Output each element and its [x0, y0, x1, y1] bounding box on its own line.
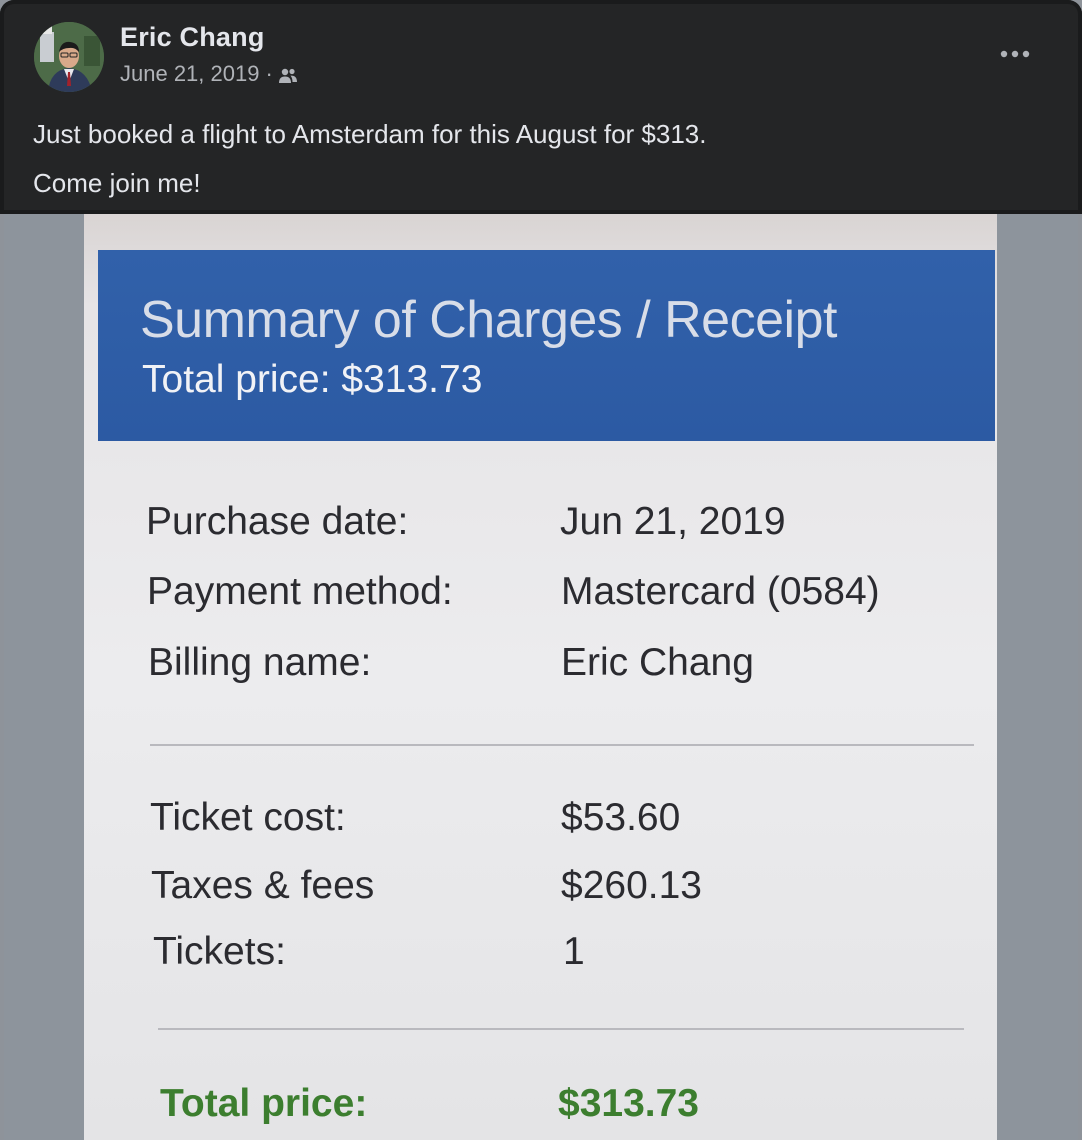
receipt-divider — [158, 1028, 964, 1030]
meta-separator: · — [265, 61, 273, 86]
total-price-label: Total price: — [160, 1082, 368, 1125]
post-meta: June 21, 2019 · — [120, 61, 298, 87]
receipt-banner: Summary of Charges / Receipt Total price… — [98, 250, 995, 441]
detail-value: Jun 21, 2019 — [560, 500, 786, 543]
avatar[interactable] — [34, 22, 104, 92]
cost-label: Taxes & fees — [151, 864, 375, 907]
author-name[interactable]: Eric Chang — [120, 22, 265, 53]
cost-value: $53.60 — [561, 796, 681, 839]
post-photo[interactable]: Summary of Charges / Receipt Total price… — [4, 214, 1078, 1140]
post-date[interactable]: June 21, 2019 — [120, 61, 259, 87]
detail-label: Billing name: — [148, 641, 372, 684]
detail-label: Purchase date: — [146, 500, 409, 543]
post-header: Eric Chang June 21, 2019 · Just booked a… — [0, 0, 1082, 214]
cost-value: $260.13 — [561, 864, 702, 907]
post-text-line: Just booked a flight to Amsterdam for th… — [33, 119, 707, 149]
post-text-line: Come join me! — [33, 168, 201, 198]
receipt-banner-total: Total price: $313.73 — [142, 358, 483, 401]
detail-value: Eric Chang — [561, 641, 754, 684]
friends-icon[interactable] — [278, 65, 298, 83]
cost-value: 1 — [563, 930, 585, 973]
more-options-button[interactable] — [995, 40, 1035, 68]
receipt: Summary of Charges / Receipt Total price… — [84, 214, 997, 1140]
avatar-photo — [34, 22, 104, 92]
receipt-divider — [150, 744, 974, 746]
more-options-icon — [1000, 50, 1030, 58]
receipt-title: Summary of Charges / Receipt — [140, 291, 837, 349]
detail-label: Payment method: — [147, 570, 453, 613]
post-text: Just booked a flight to Amsterdam for th… — [33, 110, 707, 208]
cost-label: Ticket cost: — [150, 796, 346, 839]
cost-label: Tickets: — [153, 930, 286, 973]
detail-value: Mastercard (0584) — [561, 570, 880, 613]
post: Eric Chang June 21, 2019 · Just booked a… — [0, 0, 1082, 1140]
total-price-value: $313.73 — [558, 1082, 699, 1125]
